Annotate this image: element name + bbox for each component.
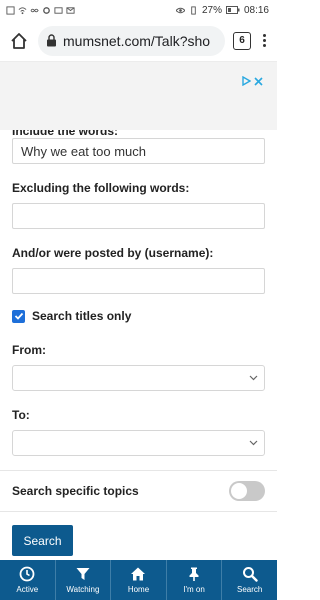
nav-label: Active [16, 585, 39, 594]
tab-switcher-button[interactable]: 6 [233, 31, 251, 50]
home-icon [131, 567, 146, 581]
exclude-words-label: Excluding the following words: [12, 181, 190, 195]
home-outline-icon [11, 32, 27, 49]
pin-icon [189, 567, 199, 581]
search-button[interactable]: Search [12, 525, 73, 556]
titles-only-label: Search titles only [32, 309, 132, 323]
username-input[interactable] [12, 268, 265, 294]
status-icons-left [6, 5, 75, 15]
search-icon [242, 567, 258, 582]
infinity-icon [30, 8, 39, 12]
menu-dot [262, 39, 266, 42]
sim-icon [6, 5, 15, 15]
nav-item-search[interactable]: Search [222, 560, 277, 600]
from-label: From: [12, 343, 46, 357]
address-bar[interactable]: mumsnet.com/Talk?sho [38, 25, 225, 56]
username-label: And/or were posted by (username): [12, 246, 214, 260]
battery-percent: 27% [201, 4, 222, 16]
nav-label: Home [127, 585, 150, 594]
include-words-label: Include the words: [12, 129, 119, 138]
checkmark-icon [14, 312, 23, 320]
vibrate-icon [191, 5, 196, 15]
url-text: mumsnet.com/Talk?sho [63, 32, 211, 49]
topics-toggle[interactable] [229, 481, 265, 501]
clock-icon [19, 566, 35, 582]
browser-toolbar: mumsnet.com/Talk?sho 6 [0, 20, 277, 62]
status-bar: 27% 08:16 [0, 0, 277, 20]
nav-label: I'm on [183, 585, 205, 594]
adchoices-badge[interactable] [242, 76, 263, 86]
include-words-input[interactable]: Why we eat too much [12, 138, 265, 164]
topics-toggle-row: Search specific topics [0, 471, 277, 511]
battery-icon [225, 6, 240, 14]
search-form: Include the words: Why we eat too much E… [0, 129, 277, 456]
nav-item-im-on[interactable]: I'm on [167, 560, 223, 600]
settings-icon [43, 6, 50, 14]
menu-dot [262, 44, 266, 47]
status-icons-right: 27% 08:16 [175, 4, 269, 16]
toggle-knob [231, 483, 247, 499]
close-icon [254, 76, 263, 86]
browser-menu-button[interactable] [259, 34, 269, 47]
bottom-nav: Active Watching Home I'm on Search [0, 560, 277, 600]
clock-time: 08:16 [243, 4, 269, 16]
gallery-icon [54, 6, 63, 14]
nav-item-active[interactable]: Active [0, 560, 56, 600]
filter-icon [76, 568, 90, 580]
nav-label: Watching [66, 585, 100, 594]
nav-item-home[interactable]: Home [111, 560, 167, 600]
lock-icon [47, 34, 56, 47]
ad-banner [0, 62, 277, 130]
menu-dot [262, 34, 266, 37]
nav-label: Search [236, 585, 263, 594]
nav-item-watching[interactable]: Watching [56, 560, 112, 600]
to-label: To: [12, 408, 30, 422]
chevron-down-icon [249, 375, 258, 381]
titles-only-checkbox[interactable] [12, 309, 25, 323]
eye-icon [175, 7, 185, 13]
to-date-select[interactable] [12, 430, 265, 456]
browser-home-button[interactable] [8, 30, 30, 52]
mail-icon [66, 6, 75, 14]
exclude-words-input[interactable] [12, 203, 265, 229]
play-triangle-icon [242, 76, 251, 86]
chevron-down-icon [249, 440, 258, 446]
topics-toggle-label: Search specific topics [12, 484, 139, 498]
wifi-icon [18, 6, 27, 14]
from-date-select[interactable] [12, 365, 265, 391]
titles-only-row: Search titles only [12, 309, 265, 323]
